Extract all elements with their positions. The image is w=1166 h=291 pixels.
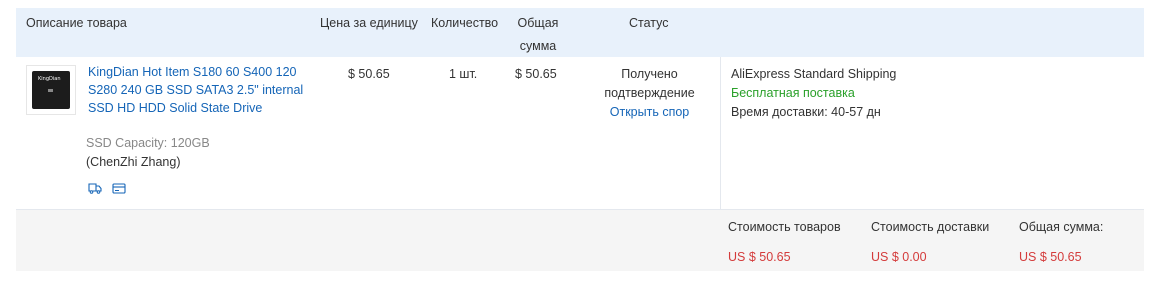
header-unit-price: Цена за единицу xyxy=(320,16,418,30)
thumb-brand: KingDian xyxy=(38,76,61,82)
goods-label: Стоимость товаров xyxy=(728,220,841,234)
order-status: Получено подтверждение Открыть спор xyxy=(591,65,708,122)
delivery-time-value: 40-57 дн xyxy=(831,105,881,119)
summary-goods: Стоимость товаров US $ 50.65 xyxy=(728,218,841,266)
product-title-link[interactable]: KingDian Hot Item S180 60 S400 120 S280 … xyxy=(88,63,310,117)
quantity: 1 шт. xyxy=(449,67,478,81)
header-quantity: Количество xyxy=(431,16,499,30)
order-table: Описание товара Цена за единицу Количест… xyxy=(16,8,1144,271)
header-status: Статус xyxy=(629,16,669,30)
header-description: Описание товара xyxy=(26,16,127,30)
delivery-truck-icon[interactable] xyxy=(88,181,102,195)
delivery-time: Время доставки: 40-57 дн xyxy=(731,103,881,122)
total-value: US $ 50.65 xyxy=(1019,250,1082,264)
order-summary: Стоимость товаров US $ 50.65 Стоимость д… xyxy=(16,210,1144,271)
goods-value: US $ 50.65 xyxy=(728,250,791,264)
product-property: SSD Capacity: 120GB xyxy=(86,136,210,150)
ssd-image: KingDian xyxy=(32,71,70,109)
service-icons xyxy=(88,180,133,195)
free-shipping-label: Бесплатная поставка xyxy=(731,86,855,100)
line-total: $ 50.65 xyxy=(515,67,557,81)
shipping-info: AliExpress Standard Shipping Бесплатная … xyxy=(720,57,1144,209)
open-dispute-link[interactable]: Открыть спор xyxy=(610,105,690,119)
shipping-cost-value: US $ 0.00 xyxy=(871,250,927,264)
status-line-2: подтверждение xyxy=(604,86,695,100)
summary-total: Общая сумма: US $ 50.65 xyxy=(1019,218,1103,266)
total-label: Общая сумма: xyxy=(1019,220,1104,234)
product-seller: (ChenZhi Zhang) xyxy=(86,155,181,169)
shipping-cost-label: Стоимость доставки xyxy=(871,220,990,234)
summary-shipping: Стоимость доставки US $ 0.00 xyxy=(871,218,989,266)
ssd-connector xyxy=(48,89,53,92)
delivery-time-label: Время доставки: xyxy=(731,105,828,119)
product-thumbnail[interactable]: KingDian xyxy=(26,65,76,115)
unit-price: $ 50.65 xyxy=(348,67,390,81)
header-total: Общая сумма xyxy=(517,16,559,53)
card-icon[interactable] xyxy=(112,181,127,195)
table-header: Описание товара Цена за единицу Количест… xyxy=(16,8,1144,57)
status-line-1: Получено xyxy=(621,67,678,81)
shipping-method: AliExpress Standard Shipping xyxy=(731,67,897,81)
